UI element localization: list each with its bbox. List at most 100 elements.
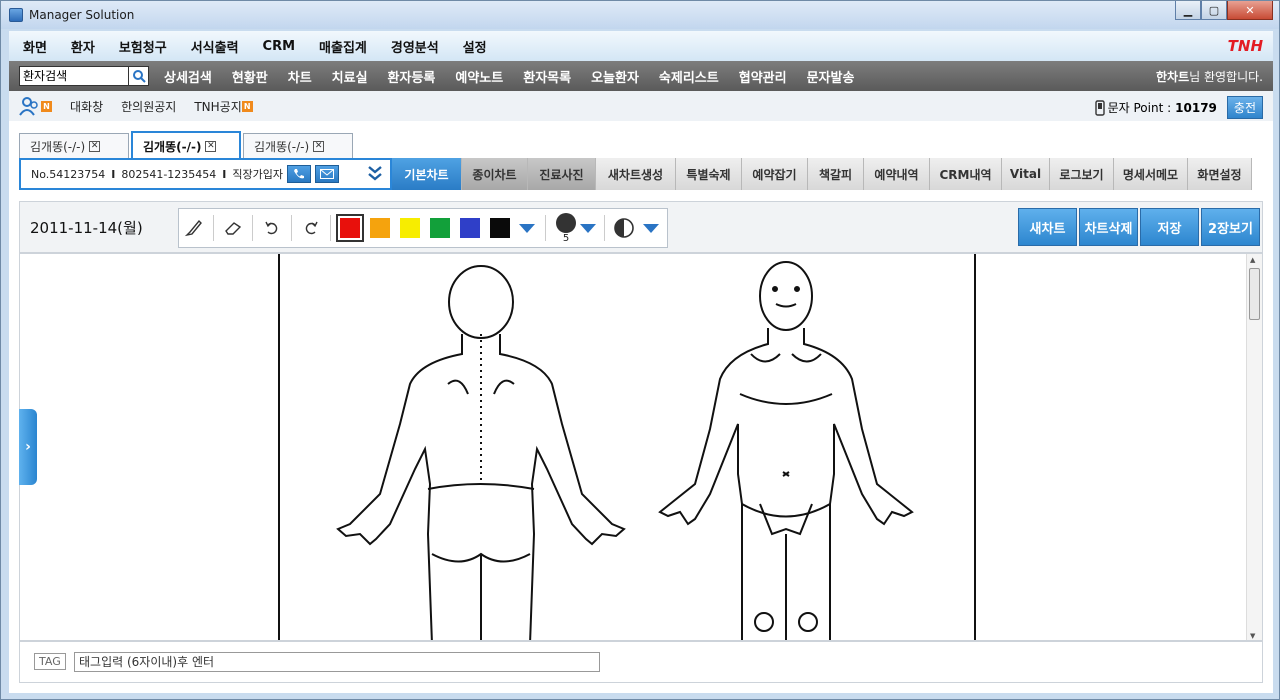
app-window: Manager Solution ▁ ▢ ✕ 화면 환자 보험청구 서식출력 C… (0, 0, 1280, 700)
patient-tab-active[interactable]: 김개똥(-/-) ✕ (131, 131, 241, 159)
stroke-dropdown-icon[interactable] (580, 223, 596, 233)
subbar-item-patient-register[interactable]: 환자등록 (388, 67, 436, 86)
menu-item-insurance-claim[interactable]: 보험청구 (119, 37, 167, 56)
call-button[interactable] (287, 165, 311, 183)
subbar-item-chart[interactable]: 차트 (288, 67, 312, 86)
tab-screen-settings[interactable]: 화면설정 (1188, 158, 1252, 190)
color-swatch-red[interactable] (336, 214, 364, 242)
welcome-name: 한차트 (1156, 70, 1190, 84)
close-tab-icon[interactable]: ✕ (313, 141, 325, 152)
tag-input[interactable]: 태그입력 (6자이내)후 엔터 (74, 652, 600, 672)
redo-button[interactable] (296, 213, 326, 243)
tab-clinic-photo[interactable]: 진료사진 (528, 158, 596, 190)
subbar-item-send-sms[interactable]: 문자발송 (807, 67, 855, 86)
subbar-item-treatment-room[interactable]: 치료실 (332, 67, 368, 86)
new-badge: N (41, 100, 52, 112)
patient-number: No.54123754 (31, 167, 106, 181)
menu-item-settings[interactable]: 설정 (463, 37, 487, 56)
chart-actions: 새차트 차트삭제 저장 2장보기 (1016, 208, 1260, 246)
patient-tab[interactable]: 김개똥(-/-) ✕ (19, 133, 129, 159)
tab-make-reservation[interactable]: 예약잡기 (742, 158, 808, 190)
divider (330, 215, 331, 241)
notice-bar: N 대화창 한의원공지 TNH공지 N 문자 Point : 10179 충전 (9, 91, 1273, 121)
charge-button[interactable]: 충전 (1226, 96, 1263, 119)
close-tab-icon[interactable]: ✕ (205, 140, 217, 152)
undo-icon (265, 221, 278, 235)
tab-basic-chart[interactable]: 기본차트 (392, 158, 462, 190)
chart-canvas[interactable]: ▲ ▼ (19, 253, 1263, 641)
envelope-icon (320, 169, 334, 179)
divider (252, 215, 253, 241)
color-swatch-green[interactable] (430, 218, 450, 238)
vertical-scrollbar[interactable]: ▲ ▼ (1246, 254, 1262, 640)
notice-item-clinic-notice[interactable]: 한의원공지 (121, 98, 176, 115)
tab-special-homework[interactable]: 특별숙제 (676, 158, 742, 190)
subbar-item-reservation-note[interactable]: 예약노트 (455, 67, 503, 86)
side-panel-toggle[interactable]: › (19, 409, 37, 485)
chart-date: 2011-11-14(월) (30, 219, 143, 237)
scroll-up-icon[interactable]: ▲ (1250, 256, 1255, 264)
patient-tab[interactable]: 김개똥(-/-) ✕ (243, 133, 353, 159)
maximize-button[interactable]: ▢ (1201, 1, 1227, 20)
divider (604, 215, 605, 241)
tab-statement-memo[interactable]: 명세서메모 (1114, 158, 1188, 190)
tab-vital[interactable]: Vital (1002, 158, 1050, 190)
people-icon[interactable] (19, 95, 41, 117)
save-button[interactable]: 저장 (1140, 208, 1199, 246)
menu-item-analysis[interactable]: 경영분석 (391, 37, 439, 56)
menu-item-screen[interactable]: 화면 (23, 37, 47, 56)
tab-paper-chart[interactable]: 종이차트 (462, 158, 528, 190)
subbar-item-patient-list[interactable]: 환자목록 (523, 67, 571, 86)
opacity-dropdown-icon[interactable] (643, 223, 659, 233)
divider (213, 215, 214, 241)
tab-bookmark[interactable]: 책갈피 (808, 158, 864, 190)
color-swatch-black[interactable] (490, 218, 510, 238)
eraser-tool[interactable] (218, 213, 248, 243)
search-button[interactable] (129, 66, 149, 86)
opacity-picker[interactable] (609, 213, 639, 243)
sms-points-area: 문자 Point : 10179 충전 (1094, 96, 1263, 119)
color-dropdown-icon[interactable] (519, 223, 535, 233)
subbar-item-dashboard[interactable]: 현황판 (232, 67, 268, 86)
subbar-item-detail-search[interactable]: 상세검색 (164, 67, 212, 86)
color-swatch-orange[interactable] (370, 218, 390, 238)
menu-item-sales[interactable]: 매출집계 (319, 37, 367, 56)
delete-chart-button[interactable]: 차트삭제 (1079, 208, 1138, 246)
main-menu: 화면 환자 보험청구 서식출력 CRM 매출집계 경영분석 설정 TNH (9, 31, 1273, 61)
color-swatch-blue[interactable] (460, 218, 480, 238)
subbar-item-agreement[interactable]: 협약관리 (739, 67, 787, 86)
tab-crm-history[interactable]: CRM내역 (930, 158, 1002, 190)
close-tab-icon[interactable]: ✕ (89, 141, 101, 152)
stroke-size-picker[interactable]: 5 (556, 212, 576, 244)
undo-button[interactable] (257, 213, 287, 243)
patient-tab-label: 김개똥(-/-) (143, 139, 202, 154)
minimize-button[interactable]: ▁ (1175, 1, 1201, 20)
notice-item-chat[interactable]: 대화창 (70, 98, 103, 115)
color-swatch-yellow[interactable] (400, 218, 420, 238)
tab-reservation-history[interactable]: 예약내역 (864, 158, 930, 190)
pen-tool[interactable] (179, 213, 209, 243)
pen-icon (184, 219, 202, 237)
close-button[interactable]: ✕ (1227, 1, 1273, 20)
subbar-item-today-patients[interactable]: 오늘환자 (591, 67, 639, 86)
menu-item-form-print[interactable]: 서식출력 (191, 37, 239, 56)
scroll-thumb[interactable] (1249, 268, 1260, 320)
menu-item-crm[interactable]: CRM (263, 39, 296, 54)
new-chart-button[interactable]: 새차트 (1018, 208, 1077, 246)
expand-chevron-icon[interactable] (368, 165, 382, 182)
scroll-down-icon[interactable]: ▼ (1250, 632, 1255, 640)
app-icon (9, 8, 23, 22)
tab-new-chart-create[interactable]: 새차트생성 (596, 158, 676, 190)
menu-item-patient[interactable]: 환자 (71, 37, 95, 56)
patient-search-input[interactable]: 환자검색 (19, 66, 129, 86)
two-page-view-button[interactable]: 2장보기 (1201, 208, 1260, 246)
welcome-message: 한차트님 환영합니다. (1156, 68, 1263, 85)
message-button[interactable] (315, 165, 339, 183)
subbar-item-homework-list[interactable]: 숙제리스트 (659, 67, 719, 86)
tag-row: TAG 태그입력 (6자이내)후 엔터 (19, 641, 1263, 683)
notice-item-tnh-notice[interactable]: TNH공지 (194, 98, 241, 115)
tab-log-view[interactable]: 로그보기 (1050, 158, 1114, 190)
title-bar: Manager Solution ▁ ▢ ✕ (1, 1, 1279, 29)
eraser-icon (225, 222, 242, 235)
stroke-dot-icon (556, 212, 576, 233)
